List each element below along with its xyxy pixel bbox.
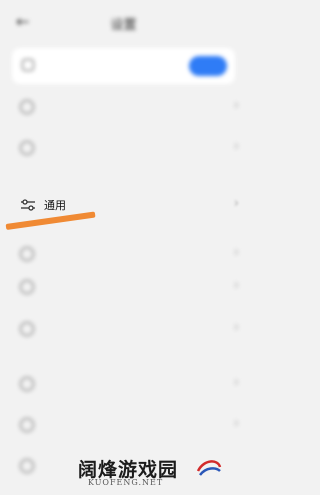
chevron-right-icon: › (233, 245, 239, 260)
chevron-right-icon: › (233, 278, 239, 293)
chevron-right-icon: › (233, 196, 239, 211)
settings-item-7[interactable]: › (0, 364, 247, 404)
swoosh-icon (196, 460, 222, 476)
chevron-right-icon: › (233, 320, 239, 335)
settings-item-6[interactable]: › (0, 309, 247, 349)
chevron-right-icon: › (233, 416, 239, 431)
circle-icon (20, 100, 34, 114)
top-bar: ← 设置 (0, 0, 247, 44)
watermark-logo: 阔烽游戏园 KUOFENG.NET (78, 455, 228, 491)
chevron-right-icon: › (233, 139, 239, 154)
promo-card[interactable] (12, 48, 235, 84)
circle-icon (20, 377, 34, 391)
chevron-right-icon: › (233, 98, 239, 113)
chevron-right-icon: › (233, 375, 239, 390)
settings-item-5[interactable]: › (0, 267, 247, 307)
circle-icon (20, 280, 34, 294)
device-icon (22, 59, 34, 71)
search-icon (20, 141, 34, 155)
settings-item-label: 通用 (44, 199, 66, 212)
promo-button[interactable] (189, 56, 227, 76)
settings-item-1[interactable]: › (0, 87, 247, 127)
settings-item-8[interactable]: › (0, 405, 247, 445)
circle-icon (20, 418, 34, 432)
circle-icon (20, 247, 34, 261)
page-title: 设置 (110, 18, 137, 33)
circle-icon (20, 322, 34, 336)
circle-icon (20, 459, 34, 473)
settings-item-2[interactable]: › (0, 128, 247, 168)
sliders-icon (21, 199, 35, 211)
watermark-domain: KUOFENG.NET (88, 478, 164, 487)
